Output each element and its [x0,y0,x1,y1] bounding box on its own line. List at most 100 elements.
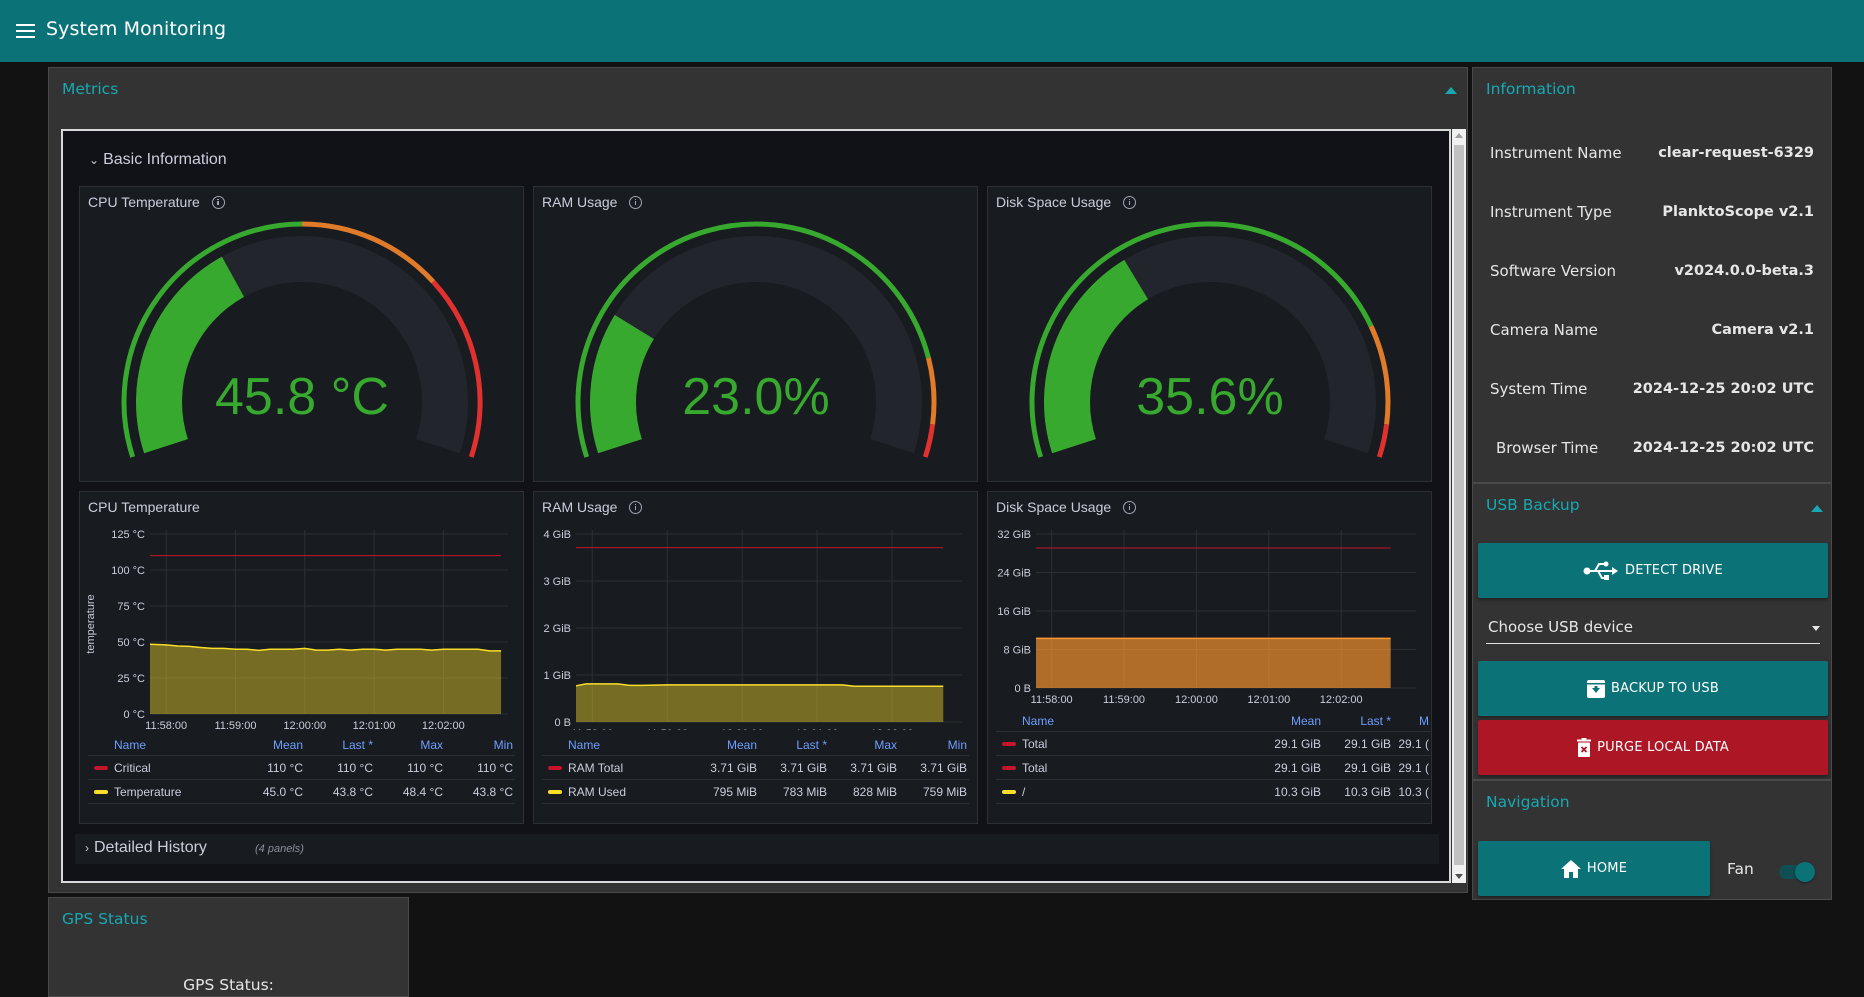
home-icon [1560,859,1581,878]
series-area- [1036,638,1391,688]
info-icon[interactable] [211,195,225,209]
panel-title: RAM Usage [542,194,643,210]
series-swatch [1002,789,1016,794]
threshold-arc [922,423,936,458]
info-value: 2024-12-25 20:02 UTC [1632,440,1814,456]
legend-row[interactable]: Critical 110 °C 110 °C 110 °C 110 °C [88,756,515,780]
info-icon[interactable] [1123,195,1137,209]
info-value: Camera v2.1 [1711,322,1815,338]
panel-title-label: Disk Space Usage [996,499,1112,515]
usb-device-placeholder: Choose USB device [1488,618,1633,636]
legend-header-last[interactable]: Last * [1323,714,1393,728]
legend-header-mean[interactable]: Mean [1253,714,1323,728]
legend-table: Name Mean Last * M Total 29.1 GiB 29.1 G… [996,710,1431,804]
legend-row[interactable]: RAM Total 3.71 GiB 3.71 GiB 3.71 GiB 3.7… [542,756,969,780]
x-tick-label: 12:01:00 [796,728,839,730]
series-area-temperature [150,644,502,714]
series-name: Total [1022,736,1048,751]
info-value: PlanktoScope v2.1 [1662,204,1814,220]
info-icon[interactable] [629,195,643,209]
info-row-browser-time: Browser Time 2024-12-25 20:02 UTC [1496,436,1814,460]
info-icon[interactable] [629,500,643,514]
info-row-software-version: Software Version v2024.0.0-beta.3 [1490,259,1814,283]
gauge-value-arc [1044,259,1149,454]
legend-header-mean[interactable]: Mean [235,738,305,752]
legend-header-name[interactable]: Name [996,714,1253,728]
usb-backup-title: USB Backup [1486,496,1580,514]
legend-row[interactable]: / 10.3 GiB 10.3 GiB 10.3 ( [996,780,1431,804]
gauge-value-text: 45.8 °C [215,368,389,426]
y-tick-label: 2 GiB [543,623,571,635]
y-tick-label: 0 B [1014,683,1031,695]
detect-drive-button[interactable]: DETECT DRIVE [1478,543,1828,598]
fan-label: Fan [1727,860,1754,878]
series-swatch [1002,765,1016,770]
legend-row[interactable]: Total 29.1 GiB 29.1 GiB 29.1 ( [996,756,1431,780]
backup-to-usb-button[interactable]: BACKUP TO USB [1478,661,1828,716]
scrollbar[interactable] [1452,129,1466,883]
x-tick-label: 12:02:00 [1320,694,1363,706]
legend-max: 110 °C [407,760,443,775]
panel-title-label: RAM Usage [542,499,618,515]
gps-status-label: GPS Status: [183,976,274,994]
legend-row[interactable]: Total 29.1 GiB 29.1 GiB 29.1 ( [996,732,1431,756]
y-tick-label: 3 GiB [543,576,571,588]
y-tick-label: 24 GiB [997,568,1031,580]
legend-header-name[interactable]: Name [88,738,235,752]
legend-header-max[interactable]: Max [375,738,445,752]
legend-header-min[interactable]: Min [899,738,969,752]
gauge-svg: 45.8 °C [121,221,483,458]
info-label: Browser Time [1496,439,1599,457]
collapse-usb-backup-icon[interactable] [1811,505,1823,512]
metrics-card: Metrics ⌄ Basic Information CPU Temperatu… [48,67,1468,893]
row-detailed-history[interactable]: › Detailed History (4 panels) [75,834,1439,864]
legend-row[interactable]: Temperature 45.0 °C 43.8 °C 48.4 °C 43.8… [88,780,515,804]
legend-row[interactable]: RAM Used 795 MiB 783 MiB 828 MiB 759 MiB [542,780,969,804]
gauge-panel-disk-space-usage: Disk Space Usage 35.6% [987,186,1432,482]
home-button[interactable]: HOME [1478,841,1710,896]
gps-status-title: GPS Status [62,910,148,928]
usb-device-select[interactable]: Choose USB device [1486,612,1820,644]
collapse-metrics-icon[interactable] [1445,87,1457,94]
scroll-up-arrow-icon[interactable] [1455,133,1463,138]
panel-title: Disk Space Usage [996,499,1137,515]
y-tick-label: 125 °C [111,529,145,541]
legend-last: 3.71 GiB [780,760,827,775]
info-row-instrument-type: Instrument Type PlanktoScope v2.1 [1490,200,1814,224]
legend-header-min[interactable]: Min [445,738,515,752]
fan-toggle[interactable] [1779,861,1815,882]
y-tick-label: 75 °C [117,601,145,613]
info-value: v2024.0.0-beta.3 [1674,263,1814,279]
legend-max: 828 MiB [852,784,897,799]
series-swatch [548,765,562,770]
chart-panel-disk-space-usage: Disk Space Usage 0 B 8 GiB 16 GiB 24 GiB 32 … [987,491,1432,824]
purge-local-data-button[interactable]: PURGE LOCAL DATA [1478,720,1828,775]
legend-last: 29.1 GiB [1344,736,1391,751]
panel-title-label: RAM Usage [542,194,618,210]
legend-header-last[interactable]: Last * [759,738,829,752]
series-name: Critical [114,760,151,775]
scroll-thumb[interactable] [1454,145,1464,865]
scroll-down-arrow-icon[interactable] [1455,874,1463,879]
legend-max: 29.1 ( [1398,760,1429,775]
legend-last: 110 °C [337,760,373,775]
legend-header-max[interactable]: Max [829,738,899,752]
info-row-camera-name: Camera Name Camera v2.1 [1490,318,1814,342]
legend-header-last[interactable]: Last * [305,738,375,752]
series-name: Temperature [114,784,182,799]
gauge-value-text: 23.0% [682,368,829,426]
info-icon[interactable] [1123,500,1137,514]
y-tick-label: 100 °C [111,565,145,577]
y-tick-label: 32 GiB [997,529,1031,541]
history-panel-count: (4 panels) [255,843,304,855]
chart-svg: 0 °C 25 °C 50 °C 75 °C 100 °C 125 °C 11:58:00 1… [85,529,508,730]
gauge-value-arc [590,314,655,454]
series-name: RAM Total [568,760,624,775]
legend-header-mean[interactable]: Mean [689,738,759,752]
legend-mean: 29.1 GiB [1274,760,1321,775]
info-row-instrument-name: Instrument Name clear-request-6329 [1490,141,1814,165]
legend-header-name[interactable]: Name [542,738,689,752]
legend-header-max[interactable]: M [1393,714,1431,728]
row-basic-information[interactable]: ⌄ Basic Information [89,151,227,169]
menu-icon[interactable] [16,24,35,39]
